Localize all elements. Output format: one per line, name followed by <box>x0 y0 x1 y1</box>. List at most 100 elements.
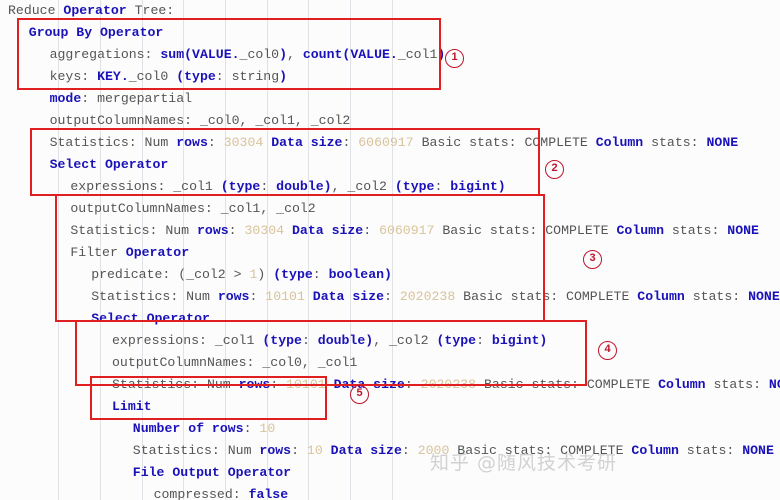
code-token: Basic stats: COMPLETE <box>476 377 658 392</box>
code-token: rows <box>218 289 250 304</box>
code-token: false <box>249 487 289 500</box>
code-token: : <box>229 223 245 238</box>
code-line: aggregations: sum(VALUE._col0), count(VA… <box>0 44 780 66</box>
code-token: Select Operator <box>91 311 210 326</box>
code-token: 10101 <box>286 377 326 392</box>
explain-plan-screenshot: Reduce Operator Tree:Group By Operatorag… <box>0 0 780 500</box>
code-token: 10 <box>259 421 275 436</box>
code-token: expressions: _col1 <box>70 179 220 194</box>
code-token: keys: <box>50 69 97 84</box>
code-token: ) <box>279 69 287 84</box>
code-token: _col0 <box>240 47 280 62</box>
code-token: Statistics: Num <box>133 443 260 458</box>
code-token: Select Operator <box>50 157 169 172</box>
code-line: Statistics: Num rows: 30304 Data size: 6… <box>0 132 780 154</box>
code-token: (type <box>221 179 261 194</box>
code-token: 30304 <box>224 135 264 150</box>
code-token: : <box>434 179 450 194</box>
code-token: Operator <box>126 245 189 260</box>
code-token: : <box>244 421 260 436</box>
code-token: : <box>249 289 265 304</box>
code-token <box>323 443 331 458</box>
code-token: Basic stats: COMPLETE <box>449 443 631 458</box>
code-token: double) <box>276 179 331 194</box>
annotation-marker-3: 3 <box>583 250 602 269</box>
code-line: Statistics: Num rows: 10 Data size: 2000… <box>0 440 780 462</box>
code-token: : <box>405 377 421 392</box>
annotation-marker-5: 5 <box>350 385 369 404</box>
code-line: Statistics: Num rows: 10101 Data size: 2… <box>0 286 780 308</box>
code-token: Statistics: Num <box>112 377 239 392</box>
code-line: mode: mergepartial <box>0 88 780 110</box>
code-token: rows <box>259 443 291 458</box>
code-token: : <box>208 135 224 150</box>
code-token: (type <box>437 333 477 348</box>
code-token: Basic stats: COMPLETE <box>414 135 596 150</box>
code-token: 6060917 <box>358 135 413 150</box>
code-line: outputColumnNames: _col0, _col1, _col2 <box>0 110 780 132</box>
code-token: NONE <box>748 289 780 304</box>
code-token: Statistics: Num <box>91 289 218 304</box>
code-token: Data size <box>334 377 405 392</box>
code-token: stats: <box>664 223 727 238</box>
code-line: Filter Operator <box>0 242 780 264</box>
code-token: Limit <box>112 399 152 414</box>
code-token: : <box>302 333 318 348</box>
code-line: outputColumnNames: _col0, _col1 <box>0 352 780 374</box>
code-token: aggregations: <box>50 47 161 62</box>
code-token: _col0 <box>129 69 176 84</box>
annotation-marker-2: 2 <box>545 160 564 179</box>
code-token: NONE <box>727 223 759 238</box>
code-token: , <box>287 47 303 62</box>
code-token: Basic stats: COMPLETE <box>455 289 637 304</box>
code-token: (type <box>273 267 313 282</box>
code-token: (type <box>395 179 435 194</box>
code-line: Number of rows: 10 <box>0 418 780 440</box>
code-token: Reduce <box>8 3 63 18</box>
code-token: Number of rows <box>133 421 244 436</box>
code-token: rows <box>239 377 271 392</box>
code-token: outputColumnNames: _col0, _col1 <box>112 355 357 370</box>
code-token: (type <box>176 69 216 84</box>
code-token: expressions: _col1 <box>112 333 262 348</box>
code-token: 10 <box>307 443 323 458</box>
code-line: Select Operator <box>0 154 780 176</box>
code-line: Group By Operator <box>0 22 780 44</box>
code-token: Filter <box>70 245 125 260</box>
annotation-marker-1: 1 <box>445 49 464 68</box>
code-token: bigint) <box>492 333 547 348</box>
code-token: ) <box>279 47 287 62</box>
code-token: 6060917 <box>379 223 434 238</box>
code-token: sum(VALUE. <box>160 47 239 62</box>
code-token: outputColumnNames: _col1, _col2 <box>70 201 315 216</box>
code-line: expressions: _col1 (type: double), _col2… <box>0 176 780 198</box>
code-token: _col1 <box>398 47 438 62</box>
code-token: : <box>342 135 358 150</box>
code-token: (type <box>262 333 302 348</box>
code-token <box>284 223 292 238</box>
code-token: : <box>402 443 418 458</box>
code-token: Data size <box>271 135 342 150</box>
code-token: : <box>291 443 307 458</box>
code-line: Limit <box>0 396 780 418</box>
code-token: outputColumnNames: _col0, _col1, _col2 <box>50 113 351 128</box>
code-token: compressed: <box>154 487 249 500</box>
code-token <box>305 289 313 304</box>
code-token <box>263 135 271 150</box>
code-token: Column <box>637 289 684 304</box>
code-token: KEY. <box>97 69 129 84</box>
code-token: rows <box>176 135 208 150</box>
code-line: predicate: (_col2 > 1) (type: boolean) <box>0 264 780 286</box>
code-token: count(VALUE. <box>303 47 398 62</box>
code-token: stats: <box>643 135 706 150</box>
query-plan-code-block: Reduce Operator Tree:Group By Operatorag… <box>0 0 780 500</box>
code-line: Select Operator <box>0 308 780 330</box>
code-token: , _col2 <box>373 333 436 348</box>
code-token: double) <box>318 333 373 348</box>
code-token: 2020238 <box>400 289 455 304</box>
code-token: NONE <box>742 443 774 458</box>
code-token: NONE <box>707 135 739 150</box>
code-line: Reduce Operator Tree: <box>0 0 780 22</box>
code-line: compressed: false <box>0 484 780 500</box>
code-token: Data size <box>292 223 363 238</box>
